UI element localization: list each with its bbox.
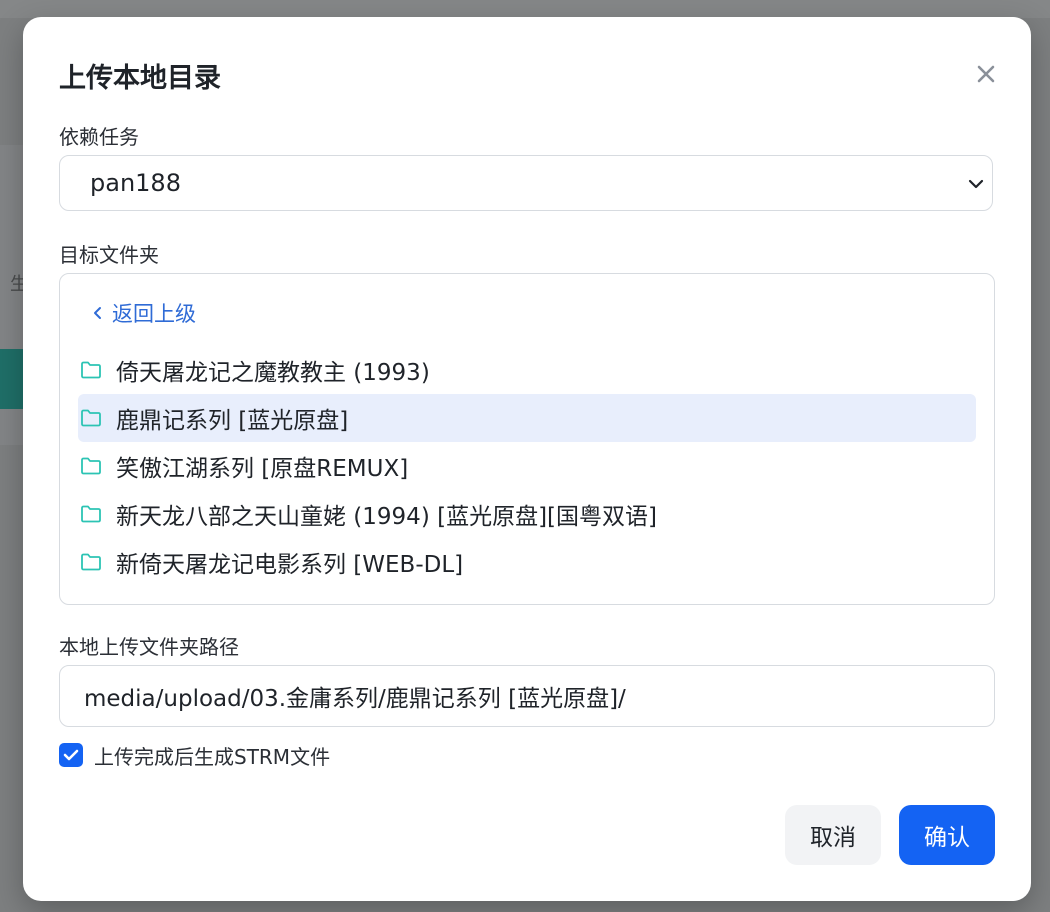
dependency-task-select[interactable]: pan188 bbox=[59, 155, 993, 211]
folder-icon bbox=[80, 408, 102, 428]
upload-local-directory-dialog: 上传本地目录 依赖任务 pan188 目标文件夹 返回上级 倚天屠龙记之魔教教主… bbox=[23, 17, 1031, 901]
close-icon bbox=[977, 65, 995, 83]
dependency-task-value: pan188 bbox=[90, 169, 181, 197]
folder-browser: 返回上级 倚天屠龙记之魔教教主 (1993) 鹿鼎记系列 [蓝光原盘] 笑傲江湖… bbox=[59, 273, 995, 605]
chevron-left-icon bbox=[94, 307, 101, 319]
checkmark-icon bbox=[63, 749, 79, 761]
folder-name: 倚天屠龙记之魔教教主 (1993) bbox=[116, 360, 430, 386]
folder-icon bbox=[80, 456, 102, 476]
folder-item[interactable]: 新倚天屠龙记电影系列 [WEB-DL] bbox=[78, 538, 976, 586]
local-path-input[interactable] bbox=[59, 665, 995, 727]
generate-strm-label: 上传完成后生成STRM文件 bbox=[94, 744, 331, 769]
background-accent-block bbox=[0, 349, 24, 409]
dependency-task-label: 依赖任务 bbox=[59, 125, 139, 149]
local-path-label: 本地上传文件夹路径 bbox=[59, 635, 239, 659]
chevron-down-icon bbox=[968, 179, 984, 189]
confirm-button[interactable]: 确认 bbox=[899, 805, 995, 865]
folder-name: 新天龙八部之天山童姥 (1994) [蓝光原盘][国粤双语] bbox=[116, 504, 657, 530]
folder-icon bbox=[80, 360, 102, 380]
dialog-title: 上传本地目录 bbox=[59, 63, 221, 94]
cancel-button[interactable]: 取消 bbox=[785, 805, 881, 865]
folder-name: 新倚天屠龙记电影系列 [WEB-DL] bbox=[116, 552, 464, 578]
back-to-parent-label: 返回上级 bbox=[112, 302, 196, 326]
folder-name: 笑傲江湖系列 [原盘REMUX] bbox=[116, 456, 409, 482]
folder-item[interactable]: 新天龙八部之天山童姥 (1994) [蓝光原盘][国粤双语] bbox=[78, 490, 976, 538]
generate-strm-option[interactable]: 上传完成后生成STRM文件 bbox=[59, 741, 330, 769]
close-button[interactable] bbox=[971, 59, 1001, 89]
generate-strm-checkbox[interactable] bbox=[59, 743, 83, 767]
folder-icon bbox=[80, 504, 102, 524]
background-top-bar bbox=[0, 0, 1050, 18]
target-folder-label: 目标文件夹 bbox=[59, 243, 159, 267]
folder-item[interactable]: 倚天屠龙记之魔教教主 (1993) bbox=[78, 346, 976, 394]
folder-icon bbox=[80, 552, 102, 572]
folder-item-selected[interactable]: 鹿鼎记系列 [蓝光原盘] bbox=[78, 394, 976, 442]
back-to-parent-link[interactable]: 返回上级 bbox=[92, 298, 196, 328]
folder-item[interactable]: 笑傲江湖系列 [原盘REMUX] bbox=[78, 442, 976, 490]
folder-name: 鹿鼎记系列 [蓝光原盘] bbox=[116, 408, 349, 434]
